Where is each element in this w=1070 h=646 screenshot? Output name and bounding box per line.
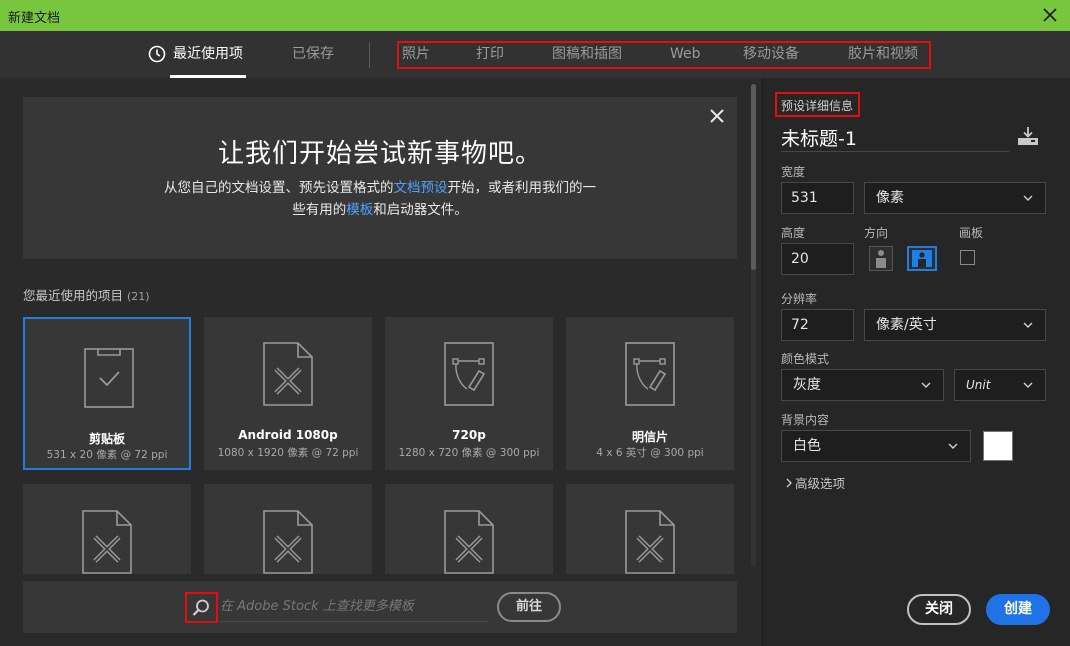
title-bar: 新建文档: [0, 0, 1070, 31]
artboard-label: 画板: [959, 226, 984, 240]
resolution-label: 分辨率: [781, 292, 818, 306]
person-portrait-icon: [876, 250, 886, 268]
chevron-down-icon: [1023, 382, 1033, 388]
document-ruler-pencil-icon: [263, 510, 313, 574]
close-icon[interactable]: [1040, 5, 1060, 25]
background-label: 背景内容: [781, 413, 830, 427]
recent-item-card[interactable]: [566, 484, 734, 574]
welcome-description: 从您自己的文档设置、预先设置格式的文档预设开始，或者利用我们的一 些有用的模板和…: [127, 177, 633, 221]
recent-item-card[interactable]: [385, 484, 553, 574]
recent-item-meta: 4 x 6 英寸 @ 300 ppi: [596, 447, 704, 459]
welcome-text: 些有用的: [292, 202, 347, 218]
document-pen-path-icon: [444, 342, 494, 406]
document-name-field[interactable]: 未标题-1: [781, 124, 1009, 152]
welcome-heading: 让我们开始尝试新事物吧。: [217, 139, 542, 169]
width-unit-select[interactable]: 像素: [864, 182, 1046, 214]
go-button[interactable]: 前往: [497, 592, 561, 622]
bit-depth-select[interactable]: Unit: [954, 369, 1046, 401]
window-title: 新建文档: [8, 11, 61, 26]
recent-item-card[interactable]: [204, 484, 372, 574]
tab-film-video[interactable]: 胶片和视频: [848, 31, 918, 78]
recent-item-card[interactable]: [23, 484, 191, 574]
welcome-banner: 让我们开始尝试新事物吧。 从您自己的文档设置、预先设置格式的文档预设开始，或者利…: [23, 97, 737, 259]
document-ruler-pencil-icon: [263, 342, 313, 406]
artboard-checkbox[interactable]: [960, 250, 975, 265]
recent-item-name: 剪贴板: [88, 432, 125, 446]
color-mode-value: 灰度: [793, 377, 821, 393]
recent-item-card[interactable]: 明信片 4 x 6 英寸 @ 300 ppi: [566, 317, 734, 470]
tab-recent[interactable]: 最近使用项: [170, 31, 246, 78]
recent-item-card[interactable]: Android 1080p 1080 x 1920 像素 @ 72 ppi: [204, 317, 372, 470]
chevron-right-icon: [786, 478, 792, 488]
advanced-options-label: 高级选项: [795, 476, 846, 491]
chevron-down-icon: [921, 382, 931, 388]
close-button[interactable]: 关闭: [907, 594, 971, 625]
preset-details-title: 预设详细信息: [781, 99, 854, 113]
document-ruler-pencil-icon: [625, 510, 675, 574]
color-mode-label: 颜色模式: [781, 352, 830, 366]
recent-items-label: 您最近使用的项目 (21): [23, 285, 150, 304]
clipboard-icon: [84, 348, 134, 408]
document-ruler-pencil-icon: [444, 510, 494, 574]
recent-items-count: (21): [127, 290, 150, 303]
tab-photo[interactable]: 照片: [402, 31, 430, 78]
height-input[interactable]: 20: [781, 243, 854, 275]
tab-divider: [369, 42, 370, 68]
save-preset-icon[interactable]: [1016, 126, 1040, 146]
recent-item-name: Android 1080p: [238, 428, 338, 442]
welcome-text: 从您自己的文档设置、预先设置格式的: [164, 180, 394, 196]
templates-link[interactable]: 模板: [346, 202, 373, 218]
search-icon[interactable]: [191, 598, 211, 618]
chevron-down-icon: [1023, 195, 1033, 201]
welcome-text: 和启动器文件。: [373, 202, 468, 218]
landscape-orientation-button[interactable]: [907, 246, 937, 271]
height-label: 高度: [781, 226, 806, 240]
person-landscape-icon: [912, 250, 932, 267]
chevron-down-icon: [1023, 322, 1033, 328]
background-value: 白色: [793, 438, 821, 454]
background-select[interactable]: 白色: [781, 430, 971, 462]
category-tab-bar: 最近使用项 已保存 照片 打印 图稿和插图 Web 移动设备 胶片和视频: [0, 31, 1070, 78]
document-pen-path-icon: [625, 342, 675, 406]
scrollbar-thumb[interactable]: [751, 84, 756, 270]
background-color-swatch[interactable]: [983, 431, 1013, 461]
recent-item-meta: 531 x 20 像素 @ 72 ppi: [46, 449, 168, 461]
color-mode-select[interactable]: 灰度: [781, 369, 944, 401]
recent-item-card[interactable]: 720p 1280 x 720 像素 @ 300 ppi: [385, 317, 553, 470]
portrait-orientation-button[interactable]: [869, 246, 893, 271]
orientation-label: 方向: [864, 226, 889, 240]
tab-web[interactable]: Web: [670, 31, 701, 78]
recent-item-meta: 1280 x 720 像素 @ 300 ppi: [398, 447, 540, 459]
resolution-unit-select[interactable]: 像素/英寸: [864, 309, 1046, 341]
width-unit-value: 像素: [876, 190, 904, 206]
document-presets-link[interactable]: 文档预设: [394, 180, 448, 196]
resolution-unit-value: 像素/英寸: [876, 317, 937, 333]
advanced-options-toggle[interactable]: 高级选项: [785, 473, 845, 492]
recent-item-name: 720p: [452, 428, 486, 442]
resolution-input[interactable]: 72: [781, 309, 854, 341]
tab-art-illustration[interactable]: 图稿和插图: [552, 31, 622, 78]
bit-depth-value: Unit: [966, 378, 991, 392]
tab-print[interactable]: 打印: [476, 31, 504, 78]
tab-mobile[interactable]: 移动设备: [743, 31, 799, 78]
chevron-down-icon: [948, 443, 958, 449]
recent-item-meta: 1080 x 1920 像素 @ 72 ppi: [217, 447, 359, 459]
width-label: 宽度: [781, 165, 806, 179]
clock-icon: [148, 45, 166, 63]
recent-items-title: 您最近使用的项目: [23, 288, 124, 303]
welcome-text: 开始，或者利用我们的一: [447, 180, 597, 196]
close-icon[interactable]: [709, 108, 725, 124]
recent-item-name: 明信片: [631, 430, 668, 444]
stock-search-input[interactable]: 在 Adobe Stock 上查找更多模板: [220, 596, 488, 622]
document-ruler-pencil-icon: [82, 510, 132, 574]
width-input[interactable]: 531: [781, 182, 854, 214]
tab-saved[interactable]: 已保存: [292, 31, 334, 78]
create-button[interactable]: 创建: [986, 594, 1050, 625]
recent-item-card[interactable]: 剪贴板 531 x 20 像素 @ 72 ppi: [23, 317, 191, 470]
